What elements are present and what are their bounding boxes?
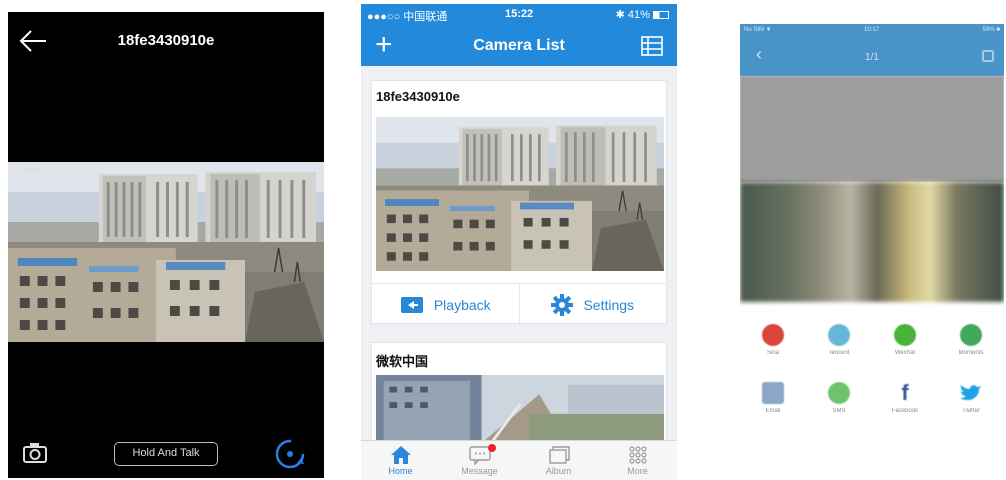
playback-button[interactable]: Playback xyxy=(372,284,519,325)
share-email[interactable]: Email xyxy=(740,374,806,432)
live-video-feed[interactable] xyxy=(8,162,324,342)
share-twitter[interactable]: Twitter xyxy=(938,374,1004,432)
share-sina[interactable]: Sina xyxy=(740,316,806,374)
unread-badge xyxy=(488,444,496,452)
share-moments[interactable]: Moments xyxy=(938,316,1004,374)
bluetooth-icon: ✱ xyxy=(615,9,628,21)
tencent-icon xyxy=(828,324,850,346)
clock-label: 15:22 xyxy=(505,8,534,20)
share-options-grid: Sina Tencent Wechat Moments Email SMS f … xyxy=(740,316,1004,434)
tab-home[interactable]: Home xyxy=(361,441,440,480)
facebook-icon: f xyxy=(901,380,909,405)
home-icon xyxy=(390,446,411,464)
battery-label: ✱ 41% xyxy=(616,8,669,21)
rotate-icon[interactable] xyxy=(274,438,306,470)
settings-button[interactable]: Settings xyxy=(518,284,667,325)
camera-card[interactable]: 微软中国 xyxy=(371,342,667,442)
nav-bar: ‹ 1/1 xyxy=(740,38,1004,76)
page-indicator: 1/1 xyxy=(865,52,879,63)
camera-list-screen: ●●●○○ 中国联通 15:22 ✱ 41% + Camera List 18f… xyxy=(361,4,677,480)
status-bar: ●●●○○ 中国联通 15:22 ✱ 41% xyxy=(361,4,677,26)
share-screen: No SIM ▼ 10:17 59% ■ ‹ 1/1 Sina Tencent … xyxy=(740,24,1004,434)
camera-title: 18fe3430910e xyxy=(117,32,215,49)
sms-icon xyxy=(828,382,850,404)
camera-name: 微软中国 xyxy=(376,354,429,369)
settings-label: Settings xyxy=(583,296,635,313)
playback-icon xyxy=(400,296,423,313)
share-tencent[interactable]: Tencent xyxy=(806,316,872,374)
list-view-icon[interactable] xyxy=(641,36,663,56)
camera-actions: Playback Settings xyxy=(372,283,666,325)
tab-more[interactable]: More xyxy=(598,441,677,480)
image-preview-top xyxy=(740,76,1004,182)
tab-message[interactable]: Message xyxy=(440,441,519,480)
camera-thumbnail[interactable] xyxy=(376,117,664,271)
album-icon xyxy=(548,446,570,464)
share-facebook[interactable]: f Facebook xyxy=(872,374,938,432)
gear-icon xyxy=(551,293,574,316)
snapshot-camera-icon[interactable] xyxy=(22,442,48,464)
nav-bar: + Camera List xyxy=(361,26,677,66)
live-view-screen: 18fe3430910e 51.75K/S Hold And Talk xyxy=(8,12,324,478)
playback-label: Playback xyxy=(433,296,491,313)
sina-icon xyxy=(762,324,784,346)
hold-and-talk-button[interactable]: Hold And Talk xyxy=(114,442,218,466)
more-icon xyxy=(628,446,647,464)
image-preview[interactable] xyxy=(740,182,1004,302)
tab-album[interactable]: Album xyxy=(519,441,598,480)
status-bar: No SIM ▼ 10:17 59% ■ xyxy=(740,24,1004,38)
screenshot-collage: 18fe3430910e 51.75K/S Hold And Talk ●●●○… xyxy=(0,0,1006,480)
email-icon xyxy=(762,382,784,404)
camera-card[interactable]: 18fe3430910e Playback Settings xyxy=(371,80,667,325)
tab-bar: Home Message Album More xyxy=(361,440,677,480)
carrier-label: ●●●○○ 中国联通 xyxy=(367,11,448,23)
nav-title: Camera List xyxy=(473,37,565,54)
twitter-icon xyxy=(960,382,982,404)
share-sms[interactable]: SMS xyxy=(806,374,872,432)
camera-name: 18fe3430910e xyxy=(376,89,460,104)
wechat-icon xyxy=(894,324,916,346)
camera-thumbnail[interactable] xyxy=(376,375,664,442)
share-wechat[interactable]: Wechat xyxy=(872,316,938,374)
moments-icon xyxy=(960,324,982,346)
share-icon[interactable] xyxy=(982,50,994,62)
bitrate-readout: 51.75K/S xyxy=(12,168,41,175)
battery-icon xyxy=(653,11,669,20)
